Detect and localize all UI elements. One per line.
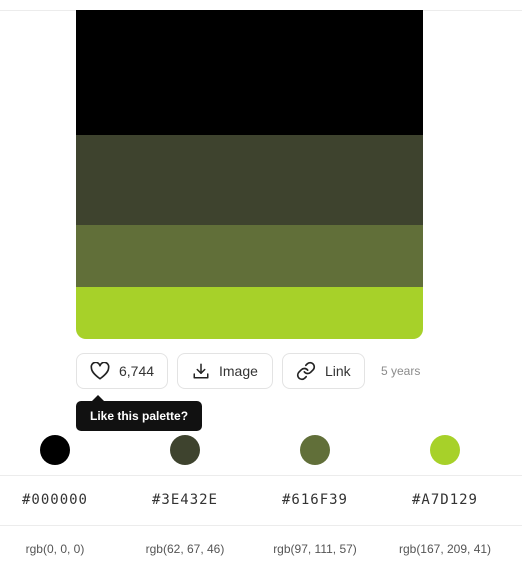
like-count: 6,744 xyxy=(119,363,155,379)
rgb-value-4[interactable]: rgb(167, 209, 41) xyxy=(380,542,510,556)
link-icon xyxy=(296,361,316,381)
palette-swatch-2[interactable] xyxy=(76,135,423,225)
palette-swatch-4[interactable] xyxy=(76,287,423,339)
hex-code-2[interactable]: #3E432E xyxy=(120,492,250,508)
image-button-label: Image xyxy=(219,363,258,379)
like-button[interactable]: 6,744 xyxy=(76,353,168,389)
heart-icon xyxy=(90,362,110,380)
rgb-value-3[interactable]: rgb(97, 111, 57) xyxy=(250,542,380,556)
hex-code-4[interactable]: #A7D129 xyxy=(380,492,510,508)
rgb-value-2[interactable]: rgb(62, 67, 46) xyxy=(120,542,250,556)
hex-code-1[interactable]: #000000 xyxy=(0,492,120,508)
palette-swatch-3[interactable] xyxy=(76,225,423,287)
color-dot-4[interactable] xyxy=(430,435,460,465)
link-button-label: Link xyxy=(325,363,351,379)
color-info-divider-top xyxy=(0,475,522,476)
hex-code-3[interactable]: #616F39 xyxy=(250,492,380,508)
color-dot-1[interactable] xyxy=(40,435,70,465)
color-dot-3[interactable] xyxy=(300,435,330,465)
image-download-button[interactable]: Image xyxy=(177,353,273,389)
like-tooltip: Like this palette? xyxy=(76,395,203,431)
palette-swatch-1[interactable] xyxy=(76,10,423,135)
palette-actions: 6,744 Image Link 5 years xyxy=(76,352,420,390)
rgb-value-1[interactable]: rgb(0, 0, 0) xyxy=(0,542,120,556)
copy-link-button[interactable]: Link xyxy=(282,353,365,389)
palette-preview xyxy=(76,10,423,339)
color-dot-2[interactable] xyxy=(170,435,200,465)
color-info-divider-middle xyxy=(0,525,522,526)
download-icon xyxy=(192,362,210,380)
palette-age: 5 years xyxy=(381,364,421,378)
